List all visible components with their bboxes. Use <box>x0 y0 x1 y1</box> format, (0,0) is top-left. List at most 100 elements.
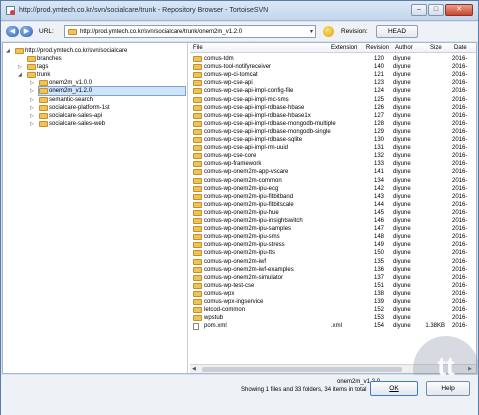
file-row[interactable]: comus-wp-onem2m-ipu-stress 149 diyune 2016- <box>190 241 476 249</box>
tortoisesvn-app-icon <box>6 6 15 15</box>
file-row[interactable]: comus-wp-cse-api-impl-rdbase-mongodb-sin… <box>190 128 476 136</box>
file-row[interactable]: comus-wp-onem2m-ipu-hue 145 diyune 2016- <box>190 209 476 217</box>
file-date: 2016- <box>452 120 468 127</box>
file-row[interactable]: comus-wp-cse-api-impl-rdbase-hbase 126 diy… <box>190 104 476 112</box>
file-row[interactable]: comus-wp-cse-core 132 diyune 2016- <box>190 152 476 160</box>
file-row[interactable]: comus-wp-cse-api 123 diyune 2016- <box>190 79 476 87</box>
scroll-left-icon[interactable]: ◀ <box>192 366 196 372</box>
expand-toggle-icon[interactable]: ▷ <box>30 96 34 104</box>
file-row[interactable]: comus-wp-onem2m-iwf-examples 136 diyune 201… <box>190 266 476 274</box>
expand-toggle-icon[interactable]: ◢ <box>6 47 10 55</box>
file-date: 2016- <box>452 56 468 62</box>
forward-arrow-icon[interactable]: ▶ <box>20 26 33 37</box>
file-row[interactable]: comus-wp-cse-api-impl-rdbase-hbase1x 127 d… <box>190 112 476 120</box>
file-date: 2016- <box>452 104 468 111</box>
folder-icon <box>68 29 77 35</box>
refresh-icon[interactable] <box>323 26 334 37</box>
expand-toggle-icon[interactable]: ▷ <box>18 63 22 71</box>
file-author: diyune <box>393 177 411 184</box>
repo-browser-window: http://prod.ymtech.co.kr/svn/socialcare/… <box>0 0 479 415</box>
expand-toggle-icon[interactable]: ▷ <box>30 79 34 87</box>
help-button[interactable]: Help <box>426 381 470 396</box>
file-name: wpstub <box>204 315 224 322</box>
close-button[interactable]: ✕ <box>445 4 473 16</box>
file-row[interactable]: comus-wp-cse-api-impl-rm-uuid 131 diyune 20… <box>190 144 476 152</box>
file-revision: 148 <box>374 234 385 241</box>
file-extension: .xml <box>331 323 342 330</box>
file-name: comus-wp-test-cse <box>204 282 255 289</box>
file-row[interactable]: comus-wp-onem2m-ipu-samples 147 diyune 2016… <box>190 225 476 233</box>
file-row[interactable]: comus-wp-cse-api-impl-mc-sms 125 diyune 201… <box>190 96 476 104</box>
column-header-extension[interactable]: Extension <box>331 45 357 51</box>
file-row[interactable]: comus-tool-notifyreceiver 140 diyune 2016- <box>190 63 476 71</box>
file-date: 2016- <box>452 307 468 314</box>
file-row[interactable]: comus-wp-cse-api-impl-config-file 124 diyu… <box>190 87 476 95</box>
ok-button[interactable]: OK <box>370 381 418 396</box>
file-author: diyune <box>393 226 411 233</box>
browser-pane: ◢ http://prod.ymtech.co.kr/svn/socialcar… <box>2 42 479 402</box>
file-row[interactable]: comus-wp-onem2m-ipu-sms 148 diyune 2016- <box>190 233 476 241</box>
file-name: comus-wp-cse-api <box>204 80 253 87</box>
folder-icon <box>193 72 202 79</box>
expand-toggle-icon[interactable]: ▷ <box>30 112 34 120</box>
file-revision: 149 <box>374 242 385 249</box>
file-row[interactable]: comus-wp-cse-api-impl-rdbase-mongodb-mul… <box>190 120 476 128</box>
file-author: diyune <box>393 193 411 200</box>
head-revision-button[interactable]: HEAD <box>376 25 418 38</box>
file-author: diyune <box>393 290 411 297</box>
file-row[interactable]: comus-wp-onem2m-ipu-tts 150 diyune 2016- <box>190 249 476 257</box>
file-row[interactable]: comus-wp-onem2m-ipu-insightswitch 146 diyu… <box>190 217 476 225</box>
file-name: comus-wp-onem2m-iwf <box>204 258 267 265</box>
minimize-button[interactable]: – <box>411 4 427 16</box>
file-row[interactable]: comus-wp-test-cse 151 diyune 2016- <box>190 282 476 290</box>
file-row[interactable]: comus-wp-onem2m-ipu-fitbitband 143 diyune 2… <box>190 193 476 201</box>
file-row[interactable]: comus-wp-onem2m-common 134 diyune 2016- <box>190 177 476 185</box>
expand-toggle-icon[interactable]: ▷ <box>30 104 34 112</box>
column-header-size[interactable]: Size <box>430 45 442 51</box>
file-row[interactable]: comus-wp-ci-tomcat 121 diyune 2016- <box>190 71 476 79</box>
file-name: comus-wp-cse-api-impl-rdbase-mongodb-sin… <box>204 128 331 135</box>
url-input[interactable]: http://prod.ymtech.co.kr/svn/socialcare/… <box>64 25 316 38</box>
folder-icon <box>193 193 202 200</box>
expand-toggle-icon[interactable]: ▷ <box>30 120 34 128</box>
title-bar[interactable]: http://prod.ymtech.co.kr/svn/socialcare/… <box>1 1 478 21</box>
file-name: comus-wp-onem2m-app-vscare <box>204 169 289 176</box>
scroll-thumb[interactable] <box>202 367 402 372</box>
folder-icon <box>27 72 36 78</box>
file-revision: 127 <box>374 112 385 119</box>
file-date: 2016- <box>452 64 468 71</box>
expand-toggle-icon[interactable]: ◢ <box>18 71 22 79</box>
file-row[interactable]: comus-wp-onem2m-simulator 137 diyune 2016- <box>190 274 476 282</box>
file-row[interactable]: comus-wp-onem2m-ipu-ecg 142 diyune 2016- <box>190 185 476 193</box>
file-row[interactable]: comus-wp-framework 133 diyune 2016- <box>190 160 476 168</box>
file-row[interactable]: comus-wpx-ingservice 139 diyune 2016- <box>190 298 476 306</box>
file-row[interactable]: pom.xml .xml 154 diyune 1.38KB 2016- <box>190 322 476 331</box>
file-row[interactable]: wpstub 153 diyune 2016- <box>190 314 476 322</box>
file-row[interactable]: comus-tdm 120 diyune 2016- <box>190 55 476 63</box>
folder-icon <box>193 104 202 111</box>
file-name: comus-wp-onem2m-ipu-ecg <box>204 185 279 192</box>
column-header-author[interactable]: Author <box>395 45 413 51</box>
folder-icon <box>193 120 202 127</box>
back-arrow-icon[interactable]: ◀ <box>6 26 19 37</box>
file-row[interactable]: comus-wp-onem2m-iwf 135 diyune 2016- <box>190 258 476 266</box>
folder-icon <box>193 242 202 249</box>
maximize-button[interactable]: □ <box>428 4 444 16</box>
file-revision: 128 <box>374 120 385 127</box>
file-row[interactable]: comus-wp-onem2m-ipu-fitbitscale 144 diyune… <box>190 201 476 209</box>
tree-item-selected[interactable]: ▷ onem2m_v1.2.0 <box>30 86 186 96</box>
column-header-revision[interactable]: Revision <box>366 45 389 51</box>
file-row[interactable]: comus-wp-cse-api-impl-rdbase-sqlite 130 di… <box>190 136 476 144</box>
chevron-down-icon[interactable]: ▾ <box>310 28 313 35</box>
file-author: diyune <box>393 201 411 208</box>
expand-toggle-icon[interactable]: ▷ <box>30 87 34 95</box>
file-revision: 125 <box>374 96 385 103</box>
file-revision: 151 <box>374 282 385 289</box>
file-row[interactable]: comus-wpx 138 diyune 2016- <box>190 290 476 298</box>
file-row[interactable]: comus-wp-onem2m-app-vscare 141 diyune 2016- <box>190 168 476 176</box>
column-header-file[interactable]: File <box>193 45 203 51</box>
column-header-date[interactable]: Date <box>454 45 467 51</box>
file-date: 2016- <box>452 169 468 176</box>
repository-tree: ◢ http://prod.ymtech.co.kr/svn/socialcar… <box>3 43 188 373</box>
file-row[interactable]: letcod-common 152 diyune 2016- <box>190 306 476 314</box>
